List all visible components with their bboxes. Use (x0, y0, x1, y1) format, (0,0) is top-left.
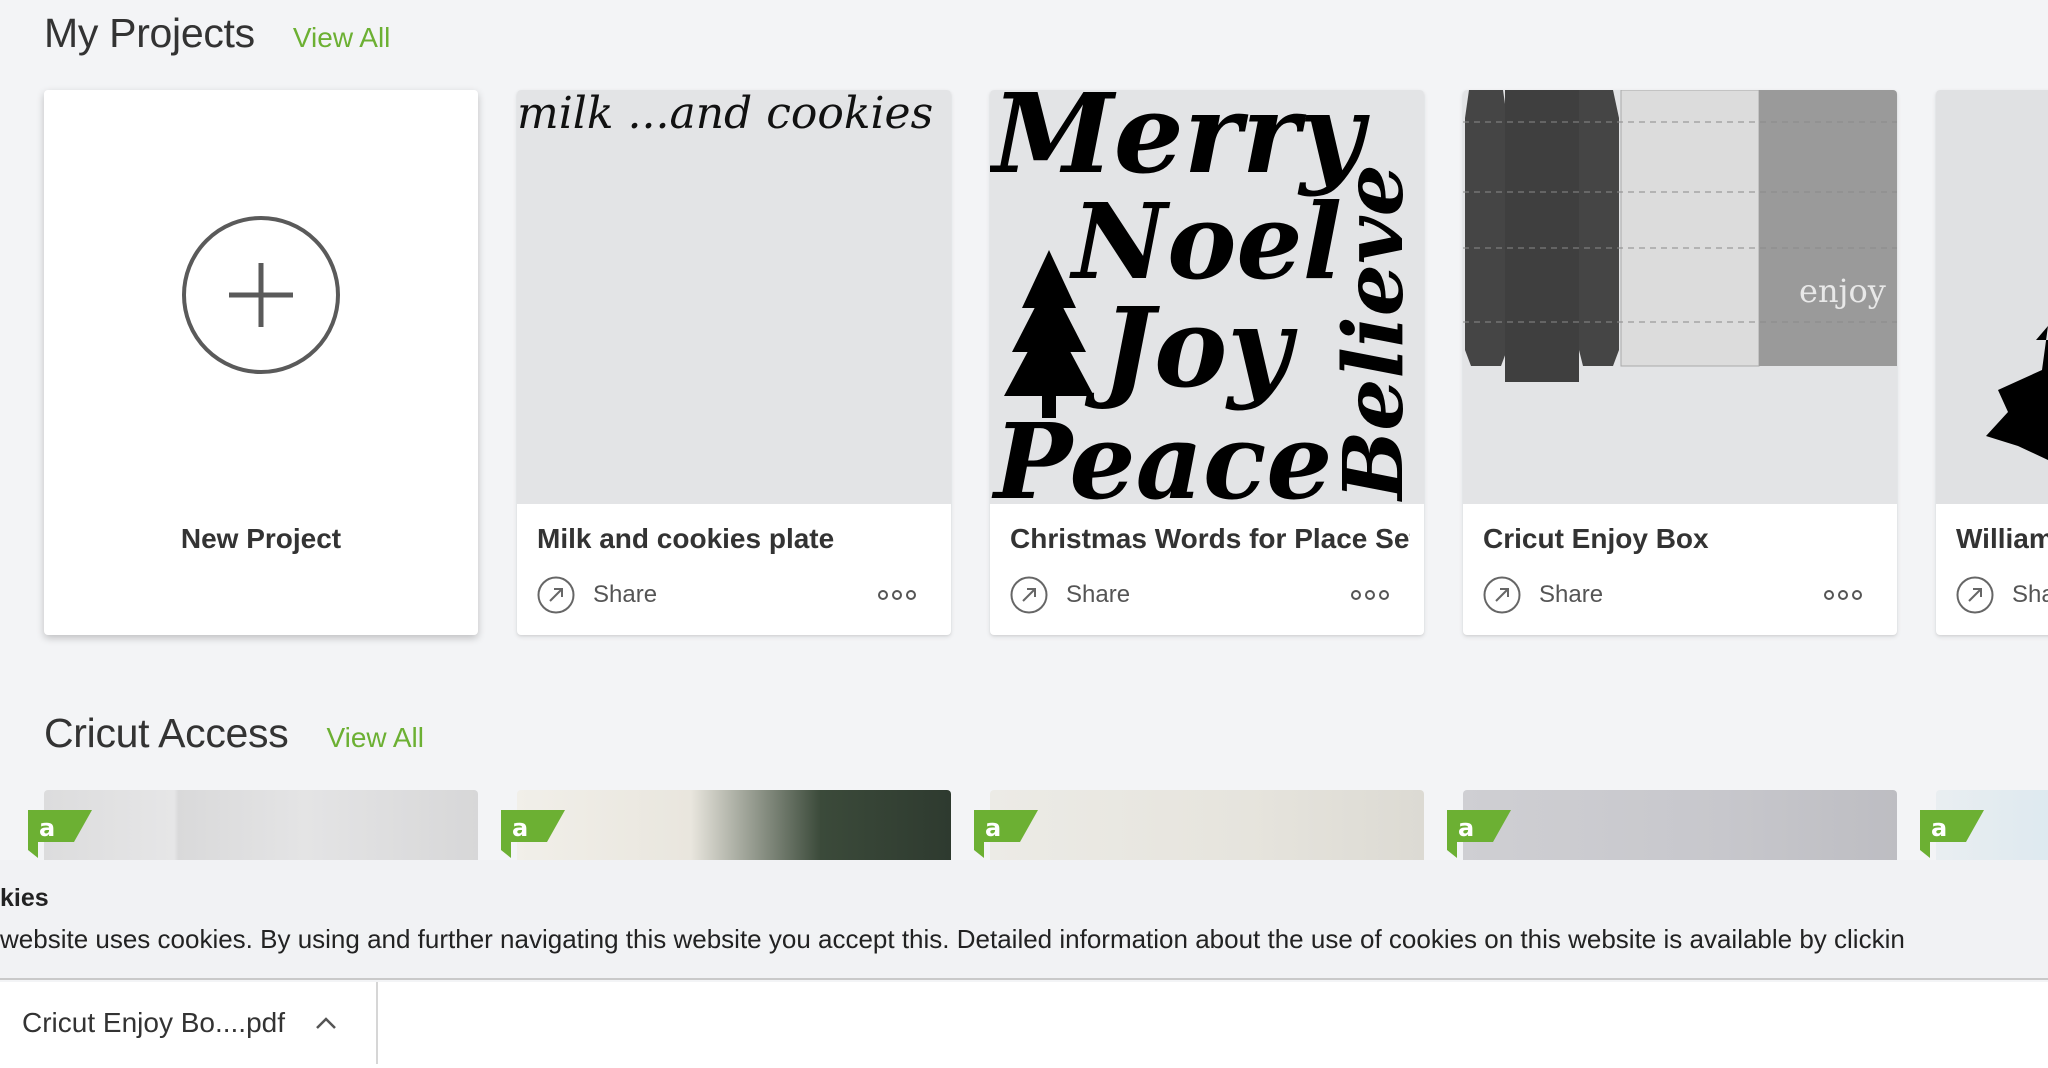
download-item[interactable]: Cricut Enjoy Bo....pdf (0, 982, 378, 1064)
project-thumbnail: Merry Noel Joy Peace Believe (990, 90, 1424, 504)
my-projects-header: My Projects View All (44, 10, 390, 57)
cookie-banner: kies website uses cookies. By using and … (0, 860, 2048, 980)
my-projects-title: My Projects (44, 10, 255, 56)
projects-row: New Project milk ...and cookies Milk and… (44, 90, 2048, 635)
project-title: Christmas Words for Place Setti (1010, 523, 1410, 554)
svg-text:a: a (512, 814, 528, 842)
share-arrow-icon[interactable] (1956, 576, 1994, 614)
my-projects-view-all-link[interactable]: View All (293, 22, 391, 54)
project-actions: Sha (1956, 576, 2048, 614)
share-arrow-icon[interactable] (537, 576, 575, 614)
thumbnail-enjoy-text: enjoy (1799, 272, 1886, 310)
project-title: William (1956, 523, 2048, 554)
cookie-banner-title: kies (0, 884, 49, 912)
project-thumbnail: milk ...and cookies (517, 90, 951, 504)
svg-text:a: a (985, 814, 1001, 842)
project-actions: Share (537, 576, 917, 614)
project-actions: Share (1010, 576, 1390, 614)
cricut-access-row (44, 790, 2048, 880)
svg-text:a: a (1931, 814, 1947, 842)
cricut-access-header: Cricut Access View All (44, 710, 424, 757)
more-options-icon[interactable] (1823, 588, 1863, 602)
cookie-banner-text: website uses cookies. By using and furth… (0, 924, 1905, 954)
share-arrow-icon[interactable] (1010, 576, 1048, 614)
project-card[interactable]: William Sha (1936, 90, 2048, 635)
project-card[interactable]: Merry Noel Joy Peace Believe Christmas W… (990, 90, 1424, 635)
share-button[interactable]: Share (1066, 581, 1130, 609)
share-button[interactable]: Sha (2012, 581, 2048, 609)
access-badge-icon: a (1920, 810, 1984, 858)
svg-text:a: a (39, 814, 55, 842)
share-arrow-icon[interactable] (1483, 576, 1521, 614)
share-button[interactable]: Share (593, 581, 657, 609)
new-project-card[interactable]: New Project (44, 90, 478, 635)
thumbnail-word-believe: Believe (1326, 164, 1422, 502)
project-title: Milk and cookies plate (537, 523, 835, 554)
download-bar: Cricut Enjoy Bo....pdf (0, 982, 2048, 1068)
plus-circle-icon (181, 215, 341, 380)
thumbnail-word-joy: Joy (1084, 283, 1298, 412)
project-thumbnail (1936, 90, 2048, 504)
cricut-access-title: Cricut Access (44, 710, 289, 756)
cricut-home-page: My Projects View All New Project milk ..… (0, 0, 2048, 1068)
thumbnail-script-text: milk ...and cookies (517, 90, 933, 139)
svg-text:a: a (1458, 814, 1474, 842)
access-badge-icon: a (501, 810, 565, 858)
cricut-access-view-all-link[interactable]: View All (326, 722, 424, 754)
access-badge-icon: a (1447, 810, 1511, 858)
project-actions: Share (1483, 576, 1863, 614)
share-button[interactable]: Share (1539, 581, 1603, 609)
new-project-label: New Project (180, 523, 342, 554)
more-options-icon[interactable] (1350, 588, 1390, 602)
project-card[interactable]: enjoy Cricut Enjoy Box Share (1463, 90, 1897, 635)
download-file-name[interactable]: Cricut Enjoy Bo....pdf (22, 1007, 285, 1039)
project-title: Cricut Enjoy Box (1483, 523, 1709, 554)
more-options-icon[interactable] (877, 588, 917, 602)
project-thumbnail: enjoy (1463, 90, 1897, 504)
project-card[interactable]: milk ...and cookies Milk and cookies pla… (517, 90, 951, 635)
access-badge-icon: a (28, 810, 92, 858)
chevron-up-icon[interactable] (315, 1016, 337, 1030)
access-badge-icon: a (974, 810, 1038, 858)
